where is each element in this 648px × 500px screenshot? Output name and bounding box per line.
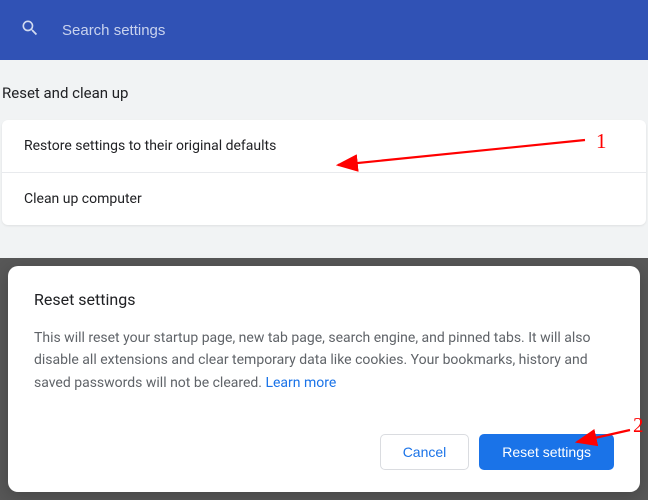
reset-settings-dialog: Reset settings This will reset your star… <box>8 266 640 492</box>
modal-backdrop: Reset settings This will reset your star… <box>0 258 648 500</box>
section-title-reset: Reset and clean up <box>0 60 648 120</box>
reset-settings-button[interactable]: Reset settings <box>479 434 614 470</box>
row-restore-defaults[interactable]: Restore settings to their original defau… <box>2 120 646 173</box>
learn-more-link[interactable]: Learn more <box>265 375 336 391</box>
reset-cleanup-card: Restore settings to their original defau… <box>2 120 646 225</box>
dialog-actions: Cancel Reset settings <box>34 434 614 470</box>
row-clean-up-computer[interactable]: Clean up computer <box>2 173 646 225</box>
dialog-title: Reset settings <box>34 290 614 309</box>
dialog-body: This will reset your startup page, new t… <box>34 327 614 416</box>
settings-search-bar[interactable] <box>0 0 648 60</box>
search-input[interactable] <box>62 22 628 39</box>
search-icon <box>20 18 40 42</box>
cancel-button[interactable]: Cancel <box>380 434 470 470</box>
